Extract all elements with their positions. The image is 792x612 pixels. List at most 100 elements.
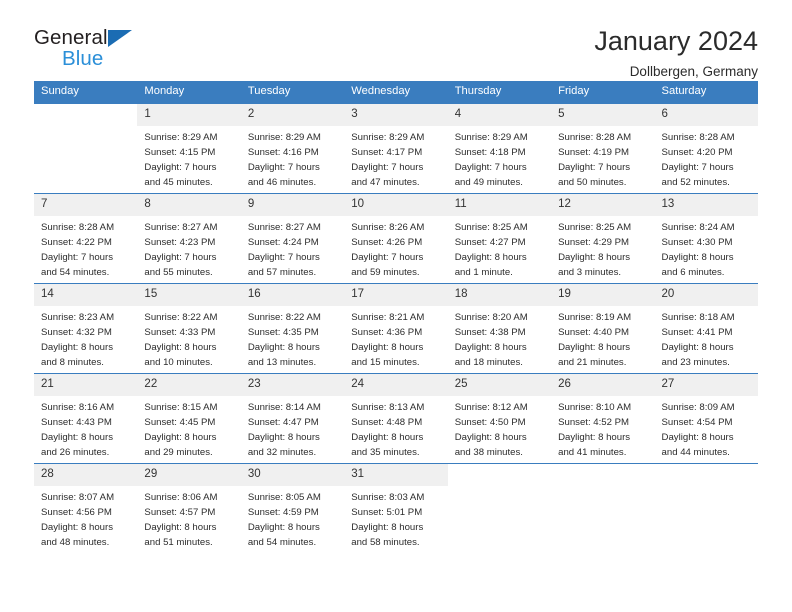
- daylight-text-line2: and 54 minutes.: [247, 536, 317, 548]
- day-info: Sunrise: 8:14 AM Sunset: 4:47 PM Daylight:…: [241, 396, 344, 460]
- day-info: Sunrise: 8:28 AM Sunset: 4:22 PM Daylight:…: [34, 216, 137, 280]
- calendar-day-cell[interactable]: 18 Sunrise: 8:20 AM Sunset: 4:38 PM Dayligh…: [447, 283, 552, 374]
- calendar-cell-inner: 7 Sunrise: 8:28 AM Sunset: 4:22 PM Daylight…: [34, 194, 138, 283]
- day-info: Sunrise: 8:10 AM Sunset: 4:52 PM Daylight:…: [551, 396, 654, 460]
- day-number: 18: [447, 284, 552, 306]
- sunset-text: Sunset: 4:33 PM: [144, 326, 216, 338]
- sunset-text: Sunset: 4:45 PM: [144, 416, 216, 428]
- calendar-cell-inner: 28 Sunrise: 8:07 AM Sunset: 4:56 PM Dayligh…: [34, 464, 138, 553]
- weekday-header-sunday: Sunday: [34, 81, 138, 104]
- calendar-cell-inner: 6 Sunrise: 8:28 AM Sunset: 4:20 PM Daylight…: [654, 104, 758, 193]
- calendar-cell-inner: 10 Sunrise: 8:26 AM Sunset: 4:26 PM Dayligh…: [344, 194, 448, 283]
- calendar-week-row: 28 Sunrise: 8:07 AM Sunset: 4:56 PM Dayligh…: [34, 463, 758, 554]
- day-info: Sunrise: 8:27 AM Sunset: 4:23 PM Daylight:…: [137, 216, 240, 280]
- daylight-text-line1: Daylight: 8 hours: [247, 341, 320, 353]
- calendar-day-cell[interactable]: 10 Sunrise: 8:26 AM Sunset: 4:26 PM Dayligh…: [344, 193, 448, 284]
- daylight-text-line1: Daylight: 8 hours: [454, 251, 527, 263]
- calendar-day-cell[interactable]: 3 Sunrise: 8:29 AM Sunset: 4:17 PM Daylight…: [344, 103, 448, 194]
- calendar-cell-inner: 20 Sunrise: 8:18 AM Sunset: 4:41 PM Dayligh…: [654, 284, 758, 373]
- calendar-day-cell[interactable]: 22 Sunrise: 8:15 AM Sunset: 4:45 PM Dayligh…: [137, 373, 241, 464]
- sunrise-text: Sunrise: 8:07 AM: [41, 491, 115, 503]
- sunset-text: Sunset: 4:50 PM: [454, 416, 526, 428]
- calendar-cell-inner: 16 Sunrise: 8:22 AM Sunset: 4:35 PM Dayligh…: [240, 284, 345, 373]
- calendar-day-cell[interactable]: 5 Sunrise: 8:28 AM Sunset: 4:19 PM Daylight…: [551, 103, 655, 194]
- daylight-text-line2: and 44 minutes.: [661, 446, 730, 458]
- day-number: 28: [34, 464, 138, 486]
- day-number: 19: [551, 284, 655, 306]
- daylight-text-line2: and 41 minutes.: [558, 446, 627, 458]
- sunset-text: Sunset: 4:38 PM: [454, 326, 526, 338]
- calendar-day-cell[interactable]: 28 Sunrise: 8:07 AM Sunset: 4:56 PM Dayligh…: [34, 463, 138, 554]
- daylight-text-line2: and 23 minutes.: [661, 356, 730, 368]
- day-info: Sunrise: 8:29 AM Sunset: 4:18 PM Daylight:…: [448, 126, 551, 190]
- calendar-day-cell[interactable]: 4 Sunrise: 8:29 AM Sunset: 4:18 PM Daylight…: [447, 103, 552, 194]
- calendar-day-cell[interactable]: 17 Sunrise: 8:21 AM Sunset: 4:36 PM Dayligh…: [344, 283, 448, 374]
- sunset-text: Sunset: 4:48 PM: [351, 416, 423, 428]
- daylight-text-line2: and 55 minutes.: [144, 266, 213, 278]
- day-info: Sunrise: 8:18 AM Sunset: 4:41 PM Daylight:…: [655, 306, 758, 370]
- calendar-cell-inner: 5 Sunrise: 8:28 AM Sunset: 4:19 PM Daylight…: [551, 104, 655, 193]
- daylight-text-line2: and 49 minutes.: [454, 176, 523, 188]
- day-info: Sunrise: 8:25 AM Sunset: 4:27 PM Daylight:…: [448, 216, 551, 280]
- calendar-day-cell[interactable]: 16 Sunrise: 8:22 AM Sunset: 4:35 PM Dayligh…: [240, 283, 345, 374]
- sunrise-text: Sunrise: 8:20 AM: [454, 311, 528, 323]
- day-info: Sunrise: 8:07 AM Sunset: 4:56 PM Daylight:…: [34, 486, 137, 550]
- daylight-text-line2: and 47 minutes.: [351, 176, 420, 188]
- sunset-text: Sunset: 4:47 PM: [247, 416, 319, 428]
- weekday-header-monday: Monday: [137, 81, 241, 104]
- calendar-day-cell[interactable]: 2 Sunrise: 8:29 AM Sunset: 4:16 PM Daylight…: [240, 103, 345, 194]
- calendar-day-cell[interactable]: 14 Sunrise: 8:23 AM Sunset: 4:32 PM Dayligh…: [34, 283, 138, 374]
- calendar-day-cell[interactable]: 30 Sunrise: 8:05 AM Sunset: 4:59 PM Dayligh…: [240, 463, 345, 554]
- calendar-day-cell[interactable]: 11 Sunrise: 8:25 AM Sunset: 4:27 PM Dayligh…: [447, 193, 552, 284]
- calendar-day-cell[interactable]: 6 Sunrise: 8:28 AM Sunset: 4:20 PM Daylight…: [654, 103, 758, 194]
- calendar-cell-inner: 18 Sunrise: 8:20 AM Sunset: 4:38 PM Dayligh…: [447, 284, 552, 373]
- weekday-header-saturday: Saturday: [654, 81, 758, 104]
- daylight-text-line2: and 57 minutes.: [247, 266, 317, 278]
- calendar-week-row: 14 Sunrise: 8:23 AM Sunset: 4:32 PM Dayligh…: [34, 283, 758, 374]
- calendar-cell-inner: 14 Sunrise: 8:23 AM Sunset: 4:32 PM Dayligh…: [34, 284, 138, 373]
- calendar-day-cell[interactable]: 13 Sunrise: 8:24 AM Sunset: 4:30 PM Dayligh…: [654, 193, 758, 284]
- day-number: 3: [344, 104, 448, 126]
- day-info: Sunrise: 8:12 AM Sunset: 4:50 PM Daylight:…: [448, 396, 551, 460]
- calendar-header-row: Sunday Monday Tuesday Wednesday Thursday…: [34, 81, 758, 104]
- calendar-day-cell[interactable]: 8 Sunrise: 8:27 AM Sunset: 4:23 PM Daylight…: [137, 193, 241, 284]
- sunrise-text: Sunrise: 8:28 AM: [558, 131, 632, 143]
- calendar-day-cell[interactable]: 23 Sunrise: 8:14 AM Sunset: 4:47 PM Dayligh…: [240, 373, 345, 464]
- calendar-day-cell[interactable]: 21 Sunrise: 8:16 AM Sunset: 4:43 PM Dayligh…: [34, 373, 138, 464]
- calendar-cell-inner: 25 Sunrise: 8:12 AM Sunset: 4:50 PM Dayligh…: [447, 374, 552, 463]
- calendar-day-cell[interactable]: 12 Sunrise: 8:25 AM Sunset: 4:29 PM Dayligh…: [551, 193, 655, 284]
- daylight-text-line2: and 46 minutes.: [247, 176, 317, 188]
- calendar-cell-inner: 30 Sunrise: 8:05 AM Sunset: 4:59 PM Dayligh…: [240, 464, 345, 553]
- day-info: Sunrise: 8:26 AM Sunset: 4:26 PM Daylight:…: [344, 216, 447, 280]
- calendar-day-cell[interactable]: 1 Sunrise: 8:29 AM Sunset: 4:15 PM Daylight…: [137, 103, 241, 194]
- calendar-day-cell[interactable]: 15 Sunrise: 8:22 AM Sunset: 4:33 PM Dayligh…: [137, 283, 241, 374]
- daylight-text-line1: Daylight: 8 hours: [144, 521, 217, 533]
- calendar-day-cell[interactable]: 9 Sunrise: 8:27 AM Sunset: 4:24 PM Daylight…: [240, 193, 345, 284]
- day-number: [654, 464, 758, 485]
- day-number: [447, 464, 552, 485]
- calendar-day-cell[interactable]: 20 Sunrise: 8:18 AM Sunset: 4:41 PM Dayligh…: [654, 283, 758, 374]
- calendar-day-cell[interactable]: 26 Sunrise: 8:10 AM Sunset: 4:52 PM Dayligh…: [551, 373, 655, 464]
- calendar-day-cell[interactable]: 24 Sunrise: 8:13 AM Sunset: 4:48 PM Dayligh…: [344, 373, 448, 464]
- day-info: Sunrise: 8:22 AM Sunset: 4:35 PM Daylight:…: [241, 306, 344, 370]
- page-title: January 2024: [594, 26, 758, 56]
- calendar-day-cell[interactable]: 19 Sunrise: 8:19 AM Sunset: 4:40 PM Dayligh…: [551, 283, 655, 374]
- day-info: [551, 484, 654, 488]
- sunset-text: Sunset: 4:23 PM: [144, 236, 216, 248]
- calendar-cell-inner: [34, 104, 138, 193]
- day-info: [34, 124, 137, 128]
- sunset-text: Sunset: 4:27 PM: [454, 236, 526, 248]
- sunrise-text: Sunrise: 8:25 AM: [558, 221, 632, 233]
- calendar-cell-inner: 27 Sunrise: 8:09 AM Sunset: 4:54 PM Dayligh…: [654, 374, 758, 463]
- daylight-text-line2: and 10 minutes.: [144, 356, 213, 368]
- weekday-header-wednesday: Wednesday: [344, 81, 448, 104]
- calendar-day-cell[interactable]: 25 Sunrise: 8:12 AM Sunset: 4:50 PM Dayligh…: [447, 373, 552, 464]
- daylight-text-line1: Daylight: 7 hours: [41, 251, 113, 263]
- calendar-day-cell[interactable]: 7 Sunrise: 8:28 AM Sunset: 4:22 PM Daylight…: [34, 193, 138, 284]
- daylight-text-line2: and 6 minutes.: [661, 266, 725, 278]
- daylight-text-line2: and 13 minutes.: [247, 356, 317, 368]
- calendar-day-cell[interactable]: 29 Sunrise: 8:06 AM Sunset: 4:57 PM Dayligh…: [137, 463, 241, 554]
- calendar-day-cell[interactable]: 31 Sunrise: 8:03 AM Sunset: 5:01 PM Dayligh…: [344, 463, 448, 554]
- sunrise-text: Sunrise: 8:15 AM: [144, 401, 218, 413]
- calendar-day-cell[interactable]: 27 Sunrise: 8:09 AM Sunset: 4:54 PM Dayligh…: [654, 373, 758, 464]
